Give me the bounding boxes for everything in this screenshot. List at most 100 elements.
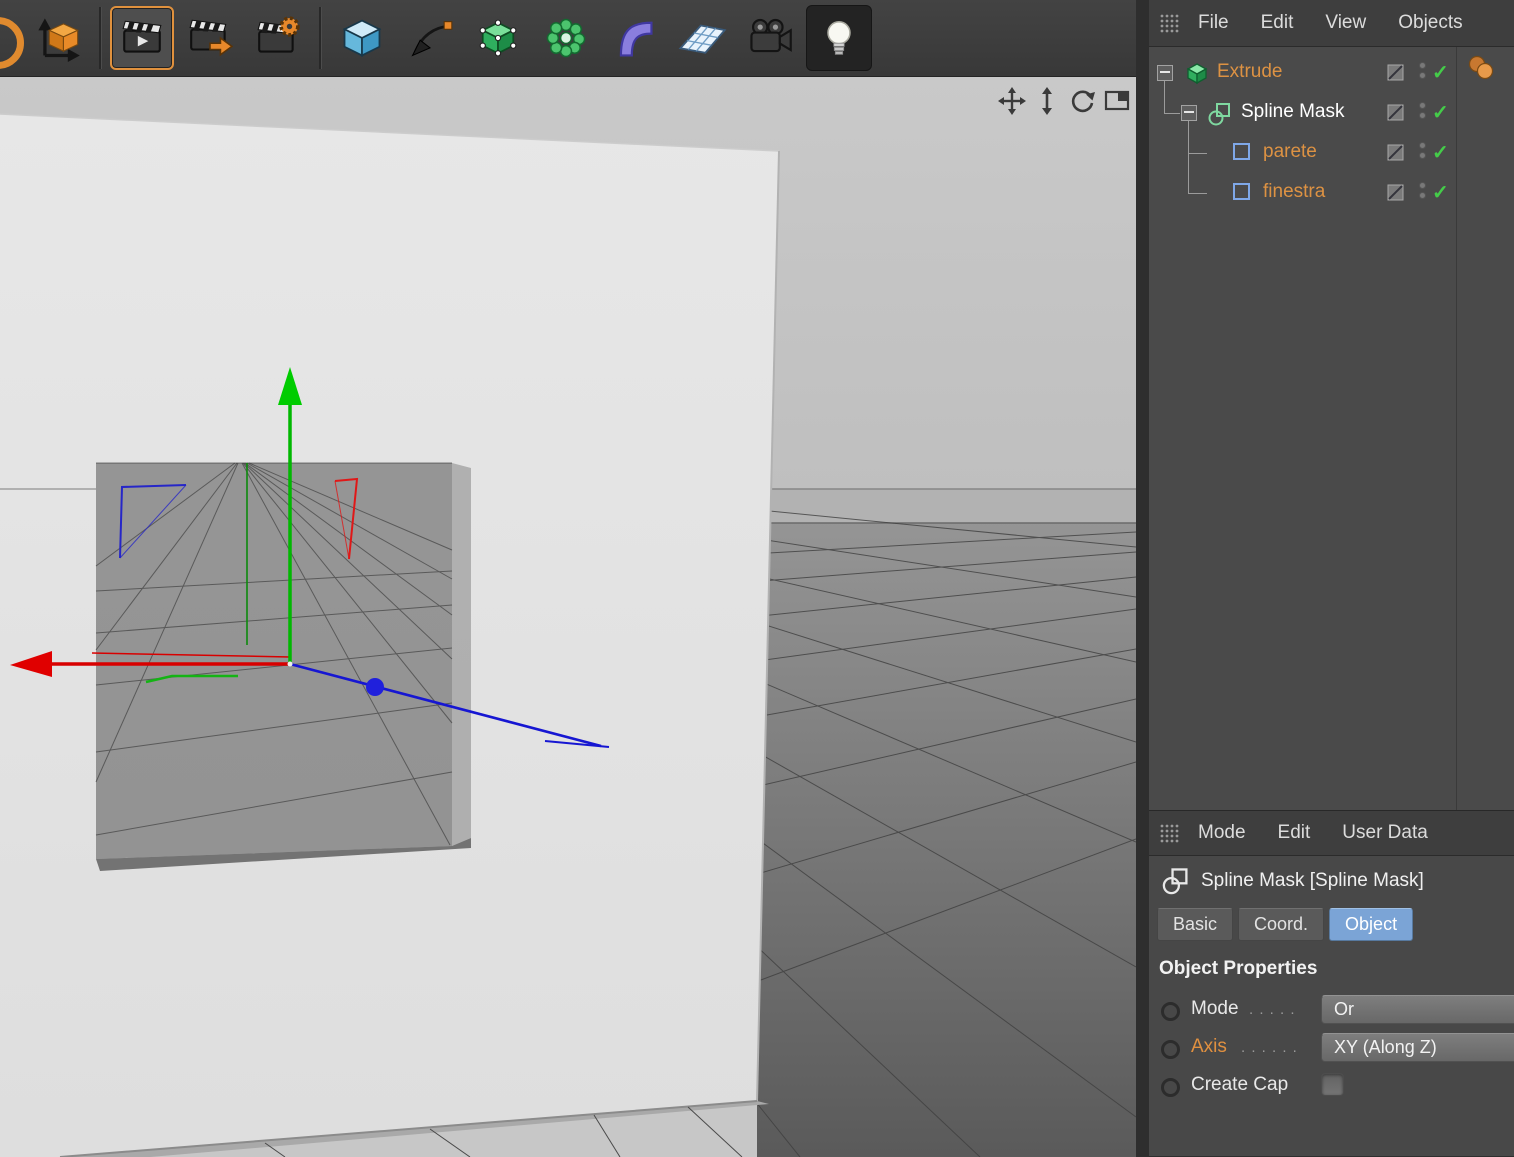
render-settings-button[interactable] xyxy=(246,6,310,70)
object-manager-menubar: File Edit View Objects xyxy=(1149,0,1514,47)
render-view-button[interactable] xyxy=(110,6,174,70)
camera-icon xyxy=(750,18,792,53)
array-icon xyxy=(546,18,586,58)
visibility-dots[interactable] xyxy=(1419,142,1426,162)
enabled-check-icon[interactable]: ✓ xyxy=(1432,180,1449,205)
floor-grid-icon xyxy=(678,24,727,54)
render-picture-viewer-icon xyxy=(189,19,233,57)
keyframe-circle-icon[interactable] xyxy=(1161,1078,1180,1097)
viewport[interactable] xyxy=(0,77,1136,1157)
expand-toggle[interactable] xyxy=(1157,65,1173,81)
cube-primitive-button[interactable] xyxy=(330,6,394,70)
object-row-spline-mask[interactable]: Spline Mask ✓ xyxy=(1149,93,1514,133)
am-menu-edit[interactable]: Edit xyxy=(1262,822,1327,844)
render-clapper-icon xyxy=(122,20,162,53)
object-row-parete[interactable]: parete ✓ xyxy=(1149,133,1514,173)
property-label: Axis xyxy=(1191,1036,1227,1057)
keyframe-circle-icon[interactable] xyxy=(1161,1040,1180,1059)
dot-leader: . . . . . xyxy=(1249,1001,1296,1018)
make-editable-button[interactable] xyxy=(466,6,530,70)
object-name[interactable]: Spline Mask xyxy=(1241,101,1345,123)
pen-icon xyxy=(411,21,453,57)
move-axis-icon xyxy=(38,18,80,62)
om-menu-edit[interactable]: Edit xyxy=(1245,12,1310,34)
layout-toggle-icon xyxy=(1104,90,1130,111)
visibility-dots[interactable] xyxy=(1419,102,1426,122)
light-object-button[interactable] xyxy=(806,5,872,71)
cube-icon xyxy=(342,19,382,57)
bend-deformer-button[interactable] xyxy=(602,6,666,70)
viewport-canvas[interactable] xyxy=(0,77,1136,1157)
object-name[interactable]: parete xyxy=(1263,141,1317,163)
spline-mask-title-icon xyxy=(1162,868,1188,895)
visibility-dots[interactable] xyxy=(1419,182,1426,202)
move-axis-tool-button[interactable] xyxy=(26,6,90,70)
dot-leader: . . . . . . xyxy=(1241,1039,1298,1056)
object-name[interactable]: Extrude xyxy=(1217,61,1282,83)
layer-override-toggle[interactable] xyxy=(1387,64,1405,87)
object-row-extrude[interactable]: Extrude ✓ xyxy=(1149,53,1514,93)
toolbar-separator xyxy=(99,7,101,69)
enabled-check-icon[interactable]: ✓ xyxy=(1432,140,1449,165)
viewport-zoom-button[interactable] xyxy=(1033,87,1061,115)
tab-object[interactable]: Object xyxy=(1329,908,1414,941)
spline-mask-object[interactable] xyxy=(95,462,471,871)
section-title: Object Properties xyxy=(1159,958,1318,979)
render-picture-viewer-button[interactable] xyxy=(178,6,242,70)
property-row-axis: Axis . . . . . . XY (Along Z) xyxy=(1149,1032,1514,1066)
viewport-controls xyxy=(998,87,1131,115)
axis-dropdown[interactable]: XY (Along Z) xyxy=(1321,1033,1514,1062)
spline-rectangle-icon xyxy=(1231,181,1253,208)
om-menu-objects[interactable]: Objects xyxy=(1382,12,1478,34)
viewport-layout-toggle-button[interactable] xyxy=(1103,87,1131,115)
gizmo-origin xyxy=(287,661,293,667)
toolbar-separator xyxy=(319,7,321,69)
mode-dropdown[interactable]: Or xyxy=(1321,995,1514,1024)
attribute-title-row: Spline Mask [Spline Mask] xyxy=(1149,856,1514,906)
axis-z-knob[interactable] xyxy=(366,678,384,696)
keyframe-circle-icon[interactable] xyxy=(1161,1002,1180,1021)
enabled-check-icon[interactable]: ✓ xyxy=(1432,100,1449,125)
layer-override-toggle[interactable] xyxy=(1387,144,1405,167)
tab-coord[interactable]: Coord. xyxy=(1238,908,1325,941)
viewport-rotate-button[interactable] xyxy=(1068,87,1096,115)
right-panel: File Edit View Objects Extrude ✓ Spline … xyxy=(1149,0,1514,1156)
spline-pen-button[interactable] xyxy=(398,6,462,70)
create-cap-checkbox[interactable] xyxy=(1321,1073,1344,1096)
om-menu-file[interactable]: File xyxy=(1182,12,1245,34)
render-settings-icon xyxy=(257,16,300,53)
tab-basic[interactable]: Basic xyxy=(1157,908,1234,941)
object-manager-tree: Extrude ✓ Spline Mask ✓ parete ✓ finestr… xyxy=(1149,47,1514,810)
layer-override-toggle[interactable] xyxy=(1387,184,1405,207)
property-row-mode: Mode . . . . . Or xyxy=(1149,994,1514,1028)
floor-object-button[interactable] xyxy=(670,6,734,70)
property-label: Mode xyxy=(1191,998,1239,1019)
am-menu-user-data[interactable]: User Data xyxy=(1326,822,1444,844)
camera-object-button[interactable] xyxy=(738,6,802,70)
property-row-create-cap: Create Cap xyxy=(1149,1070,1514,1104)
expand-toggle[interactable] xyxy=(1181,105,1197,121)
panel-grip-icon[interactable] xyxy=(1158,12,1180,34)
clipped-tool-button[interactable] xyxy=(0,5,24,71)
array-object-button[interactable] xyxy=(534,6,598,70)
viewport-pan-button[interactable] xyxy=(998,87,1026,115)
object-row-finestra[interactable]: finestra ✓ xyxy=(1149,173,1514,213)
zoom-icon xyxy=(1042,87,1052,115)
main-toolbar xyxy=(0,0,1136,77)
attribute-manager-menubar: Mode Edit User Data xyxy=(1149,810,1514,856)
am-menu-mode[interactable]: Mode xyxy=(1182,822,1262,844)
object-name[interactable]: finestra xyxy=(1263,181,1325,203)
extrude-object-icon xyxy=(1185,61,1209,90)
om-menu-view[interactable]: View xyxy=(1309,12,1382,34)
visibility-dots[interactable] xyxy=(1419,62,1426,82)
bend-icon xyxy=(619,21,653,57)
layer-color-icon[interactable] xyxy=(1465,55,1497,88)
spline-rectangle-icon xyxy=(1231,141,1253,168)
panel-grip-icon[interactable] xyxy=(1158,822,1180,844)
layer-override-toggle[interactable] xyxy=(1387,104,1405,127)
enabled-check-icon[interactable]: ✓ xyxy=(1432,60,1449,85)
editable-cube-icon xyxy=(479,19,517,57)
cinema4d-window: File Edit View Objects Extrude ✓ Spline … xyxy=(0,0,1514,1157)
light-bulb-icon xyxy=(827,21,851,55)
attribute-tabs: Basic Coord. Object xyxy=(1157,908,1414,941)
